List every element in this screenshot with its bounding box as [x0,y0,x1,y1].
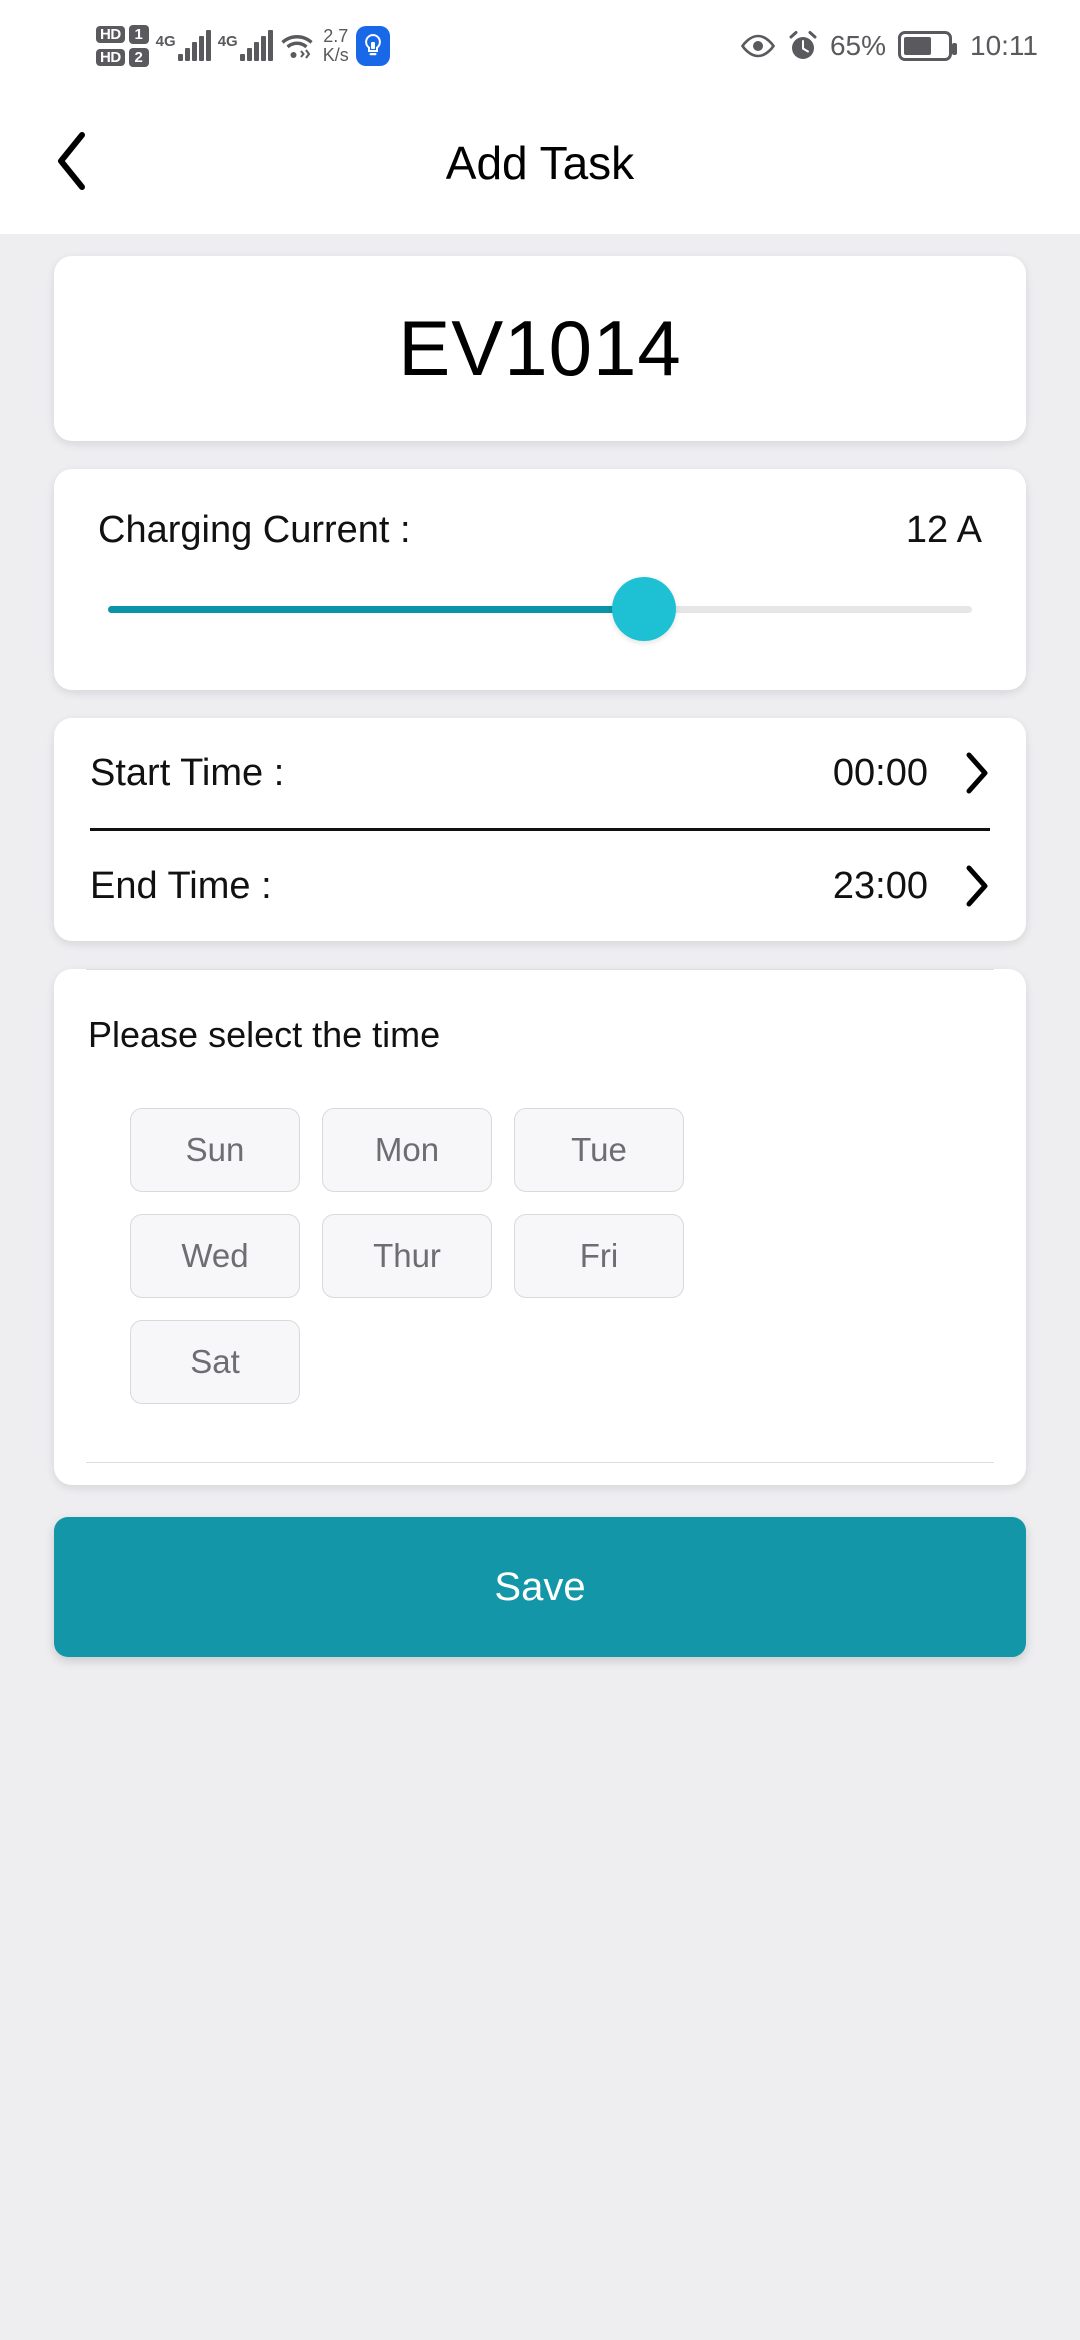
lightbulb-icon [355,26,390,66]
network-type-sim1: 4G [155,33,176,50]
sim2-index: 2 [128,48,149,67]
back-button[interactable] [18,108,128,218]
network-type-sim2: 4G [217,33,238,50]
charging-current-card: Charging Current : 12 A [54,469,1026,690]
status-bar: HD 1 HD 2 4G 4G 2.7 K/s 65% 10:11 [0,0,1080,92]
chevron-right-icon [964,751,990,795]
battery-percent-label: 65% [829,30,886,61]
day-chip-thur[interactable]: Thur [322,1214,492,1298]
day-chip-fri[interactable]: Fri [514,1214,684,1298]
charging-current-slider[interactable] [98,574,982,644]
day-chip-wed[interactable]: Wed [130,1214,300,1298]
app-header: Add Task [0,92,1080,234]
schedule-card: Start Time : 00:00 End Time : 23:00 [54,718,1026,941]
signal-sim1: 4G [155,30,211,61]
day-chip-sun[interactable]: Sun [130,1108,300,1192]
status-bar-left: HD 1 HD 2 4G 4G 2.7 K/s [96,25,390,67]
end-time-row[interactable]: End Time : 23:00 [90,831,990,941]
slider-track[interactable] [108,577,972,641]
hd-label-sim1: HD [96,25,125,44]
battery-fill [904,37,932,55]
status-bar-clock: 10:11 [970,30,1038,61]
start-time-row[interactable]: Start Time : 00:00 [90,718,990,828]
eye-comfort-icon [740,33,776,59]
start-time-label: Start Time : [90,751,285,794]
end-time-value: 23:00 [832,864,928,907]
chevron-left-icon [51,129,95,198]
day-chip-sat[interactable]: Sat [130,1320,300,1404]
save-button[interactable]: Save [54,1517,1026,1657]
alarm-clock-icon [788,30,818,62]
hd-label-sim2: HD [96,48,125,67]
network-speed-unit: K/s [322,45,349,65]
chevron-right-icon [964,864,990,908]
page-title: Add Task [445,137,635,189]
day-chip-mon[interactable]: Mon [322,1108,492,1192]
signal-bars-icon-sim2 [239,30,273,61]
day-chip-tue[interactable]: Tue [514,1108,684,1192]
signal-sim2: 4G [217,30,273,61]
slider-fill [108,605,644,613]
device-name-card: EV1014 [54,256,1026,441]
sim1-index: 1 [128,25,149,44]
signal-bars-icon-sim1 [177,30,211,61]
charging-current-label: Charging Current : [98,509,411,551]
wifi-icon [280,31,314,61]
network-speed-indicator: 2.7 K/s [323,27,349,65]
network-speed-value: 2.7 [323,26,349,46]
charging-current-row: Charging Current : 12 A [98,509,982,552]
device-name: EV1014 [398,304,682,392]
end-time-label: End Time : [90,864,272,907]
day-selector-spacer [82,1463,998,1485]
page-body: EV1014 Charging Current : 12 A Start Tim… [0,256,1080,2340]
charging-current-value: 12 A [905,509,982,551]
start-time-value: 00:00 [832,751,928,794]
dual-sim-indicator: HD 1 HD 2 [96,25,149,67]
day-chip-grid: Sun Mon Tue Wed Thur Fri Sat [82,1056,742,1404]
status-bar-right: 65% 10:11 [740,30,1038,62]
day-selector-title: Please select the time [88,1014,441,1055]
battery-icon [898,31,957,61]
day-selector-card: Please select the time Sun Mon Tue Wed Thur F… [54,969,1026,1485]
slider-thumb[interactable] [611,577,676,641]
